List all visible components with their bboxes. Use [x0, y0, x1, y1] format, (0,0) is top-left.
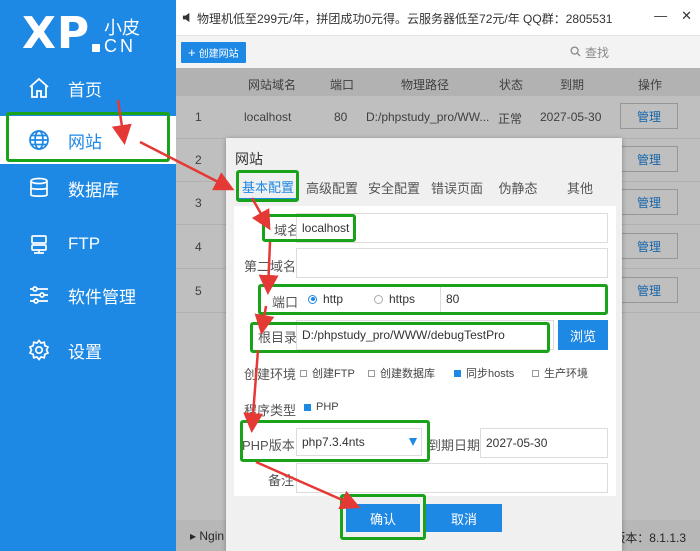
ftp-icon [26, 231, 52, 257]
sidebar: XP 小皮 CN 首页 网站 数据库 FTP 软件管理 设置 [0, 0, 176, 551]
gear-icon [26, 337, 52, 363]
search-label: 查找 [585, 46, 610, 60]
checkbox-sync-hosts[interactable]: 同步hosts [454, 365, 514, 381]
highlight-website [6, 112, 170, 162]
sidebar-item-label: FTP [68, 234, 101, 253]
sidebar-item-label: 数据库 [68, 180, 119, 200]
note-label: 备注 [268, 473, 295, 488]
tab-security[interactable]: 安全配置 [365, 174, 423, 200]
search-icon [570, 45, 581, 60]
highlight-domain [262, 214, 356, 242]
highlight-basic-tab [236, 170, 299, 202]
top-bar: 物理机低至299元/年，拼团成功0元得。云服务器低至72元/年 QQ群：2805… [176, 0, 700, 36]
plus-icon: + [188, 45, 196, 60]
highlight-port [258, 284, 608, 315]
checkbox-label: 生产环境 [544, 368, 588, 380]
checkbox-label: 创建数据库 [380, 368, 435, 380]
checkbox-box [304, 403, 311, 411]
sidebar-item-home[interactable]: 首页 [0, 64, 176, 112]
checkbox-create-ftp[interactable]: 创建FTP [300, 365, 355, 381]
tab-rewrite[interactable]: 伪静态 [492, 174, 544, 200]
speaker-icon [182, 12, 193, 26]
highlight-root-dir [250, 322, 550, 353]
expire-date-input[interactable]: 2027-05-30 [480, 428, 608, 458]
checkbox-box [368, 369, 375, 377]
logo-main: XP [22, 8, 91, 59]
second-domain-input[interactable] [296, 248, 608, 278]
dialog-title: 网站 [235, 151, 263, 167]
checkbox-label: PHP [316, 401, 339, 413]
toolbar: + 创建网站 查找 [176, 36, 700, 68]
checkbox-php[interactable]: PHP [304, 401, 339, 413]
second-domain-label: 第二域名 [244, 259, 297, 274]
tab-advanced[interactable]: 高级配置 [303, 174, 361, 200]
sidebar-item-ftp[interactable]: FTP [0, 220, 176, 268]
highlight-php-version [240, 420, 430, 462]
browse-button[interactable]: 浏览 [558, 320, 608, 350]
note-input[interactable] [296, 463, 608, 493]
announcement-text: 物理机低至299元/年，拼团成功0元得。云服务器低至72元/年 QQ群：2805… [197, 12, 613, 26]
sidebar-item-software[interactable]: 软件管理 [0, 271, 176, 319]
env-label: 创建环境 [244, 367, 297, 382]
sidebar-item-label: 首页 [68, 80, 102, 100]
cancel-button[interactable]: 取消 [426, 504, 502, 532]
home-icon [26, 75, 52, 101]
checkbox-box [532, 369, 539, 377]
tab-other[interactable]: 其他 [555, 174, 605, 200]
checkbox-box [454, 369, 461, 377]
checkbox-label: 创建FTP [312, 368, 355, 380]
sidebar-item-label: 设置 [68, 342, 102, 362]
search-box[interactable]: 查找 [570, 44, 609, 61]
expire-date-label: 到期日期 [428, 438, 481, 453]
tab-error-pages[interactable]: 错误页面 [428, 174, 486, 200]
close-icon[interactable]: ✕ [681, 8, 692, 24]
logo-cn-bottom: CN [104, 36, 136, 56]
app-window: XP 小皮 CN 首页 网站 数据库 FTP 软件管理 设置 物理机低至299元… [0, 0, 700, 551]
sidebar-item-settings[interactable]: 设置 [0, 326, 176, 374]
logo: XP 小皮 CN [22, 6, 162, 62]
sidebar-item-label: 软件管理 [68, 287, 136, 307]
program-type-label: 程序类型 [244, 403, 297, 418]
highlight-confirm [340, 494, 426, 540]
window-controls: — ✕ [654, 8, 692, 24]
announcement[interactable]: 物理机低至299元/年，拼团成功0元得。云服务器低至72元/年 QQ群：2805… [182, 10, 612, 27]
logo-dot [92, 44, 100, 52]
checkbox-production[interactable]: 生产环境 [532, 365, 588, 381]
database-icon [26, 175, 52, 201]
sidebar-item-database[interactable]: 数据库 [0, 164, 176, 212]
checkbox-label: 同步hosts [466, 368, 515, 380]
create-website-label: 创建网站 [198, 49, 239, 60]
checkbox-box [300, 369, 307, 377]
minimize-icon[interactable]: — [654, 8, 667, 24]
checkbox-create-db[interactable]: 创建数据库 [368, 365, 435, 381]
sliders-icon [26, 282, 52, 308]
create-website-button[interactable]: + 创建网站 [181, 42, 246, 63]
